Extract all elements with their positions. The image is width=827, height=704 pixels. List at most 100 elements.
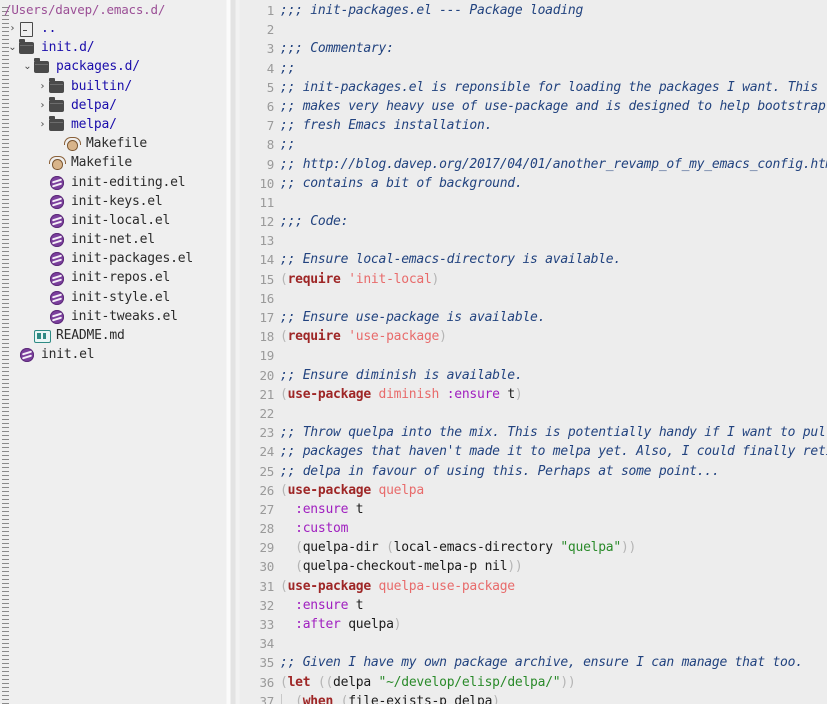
code-line-text[interactable]: (use-package diminish :ensure t) xyxy=(280,385,522,404)
file-tree-item[interactable]: ›init-style.el xyxy=(0,288,224,307)
code-line-text[interactable]: (require 'init-local) xyxy=(280,270,439,289)
code-line[interactable]: 1;;; init-packages.el --- Package loadin… xyxy=(246,1,827,20)
file-tree-item[interactable]: ›init-local.el xyxy=(0,211,224,230)
file-tree-item[interactable]: ›init-repos.el xyxy=(0,268,224,287)
file-tree-item[interactable]: ›init-net.el xyxy=(0,230,224,249)
code-line[interactable]: 14;; Ensure local-emacs-directory is ava… xyxy=(246,250,827,269)
code-line[interactable]: 36(let ((delpa "~/develop/elisp/delpa/")… xyxy=(246,673,827,692)
file-tree-item[interactable]: ›Makefile xyxy=(0,153,224,172)
window-divider[interactable] xyxy=(224,0,246,704)
file-tree-item[interactable]: ›init-editing.el xyxy=(0,173,224,192)
code-line-text[interactable]: (quelpa-checkout-melpa-p nil)) xyxy=(280,557,522,576)
code-line[interactable]: 35;; Given I have my own package archive… xyxy=(246,653,827,672)
code-line-text[interactable]: ;; Ensure diminish is available. xyxy=(280,366,522,385)
code-line-text[interactable]: ;; delpa in favour of using this. Perhap… xyxy=(280,462,719,481)
file-tree-item[interactable]: ›melpa/ xyxy=(0,115,224,134)
code-line[interactable]: 19 xyxy=(246,346,827,365)
code-line[interactable]: 37 (when (file-exists-p delpa) xyxy=(246,692,827,704)
file-tree-item[interactable]: ›init-keys.el xyxy=(0,192,224,211)
token-paren: ) xyxy=(394,617,402,632)
code-line[interactable]: 13 xyxy=(246,231,827,250)
code-line[interactable]: 26(use-package quelpa xyxy=(246,481,827,500)
code-line[interactable]: 20;; Ensure diminish is available. xyxy=(246,366,827,385)
code-line-text[interactable]: ;; makes very heavy use of use-package a… xyxy=(280,97,827,116)
code-line[interactable]: 15(require 'init-local) xyxy=(246,270,827,289)
code-line-text[interactable]: (when (file-exists-p delpa) xyxy=(280,692,500,704)
code-line[interactable]: 28 :custom xyxy=(246,519,827,538)
code-line-text[interactable]: (use-package quelpa xyxy=(280,481,424,500)
code-line[interactable]: 18(require 'use-package) xyxy=(246,327,827,346)
code-line[interactable]: 8;; xyxy=(246,135,827,154)
code-line-text[interactable]: (use-package quelpa-use-package xyxy=(280,577,515,596)
code-editor-pane[interactable]: 1;;; init-packages.el --- Package loadin… xyxy=(246,0,827,704)
code-line[interactable]: 4;; xyxy=(246,59,827,78)
file-tree-item[interactable]: ›init.el xyxy=(0,345,224,364)
chevron-right-icon[interactable]: › xyxy=(36,115,49,134)
code-line-text[interactable]: ;;; init-packages.el --- Package loading xyxy=(280,1,583,20)
chevron-right-icon[interactable]: › xyxy=(36,77,49,96)
code-line[interactable]: 25;; delpa in favour of using this. Perh… xyxy=(246,462,827,481)
code-line[interactable]: 3;;; Commentary: xyxy=(246,39,827,58)
code-line-text[interactable]: ;; packages that haven't made it to melp… xyxy=(280,442,827,461)
file-tree-sidebar[interactable]: /Users/davep/.emacs.d/ ›..⌄init.d/⌄packa… xyxy=(0,0,224,704)
code-line[interactable]: 10;; contains a bit of background. xyxy=(246,174,827,193)
code-line-text[interactable]: ;; init-packages.el is reponsible for lo… xyxy=(280,78,818,97)
code-line[interactable]: 2 xyxy=(246,20,827,39)
code-line-text[interactable]: :after quelpa) xyxy=(280,615,401,634)
code-line-text[interactable]: ;; xyxy=(280,59,295,78)
code-line[interactable]: 17;; Ensure use-package is available. xyxy=(246,308,827,327)
code-line-text[interactable]: :ensure t xyxy=(280,596,363,615)
file-tree-item[interactable]: ›delpa/ xyxy=(0,96,224,115)
fringe-dash xyxy=(2,483,9,484)
code-line[interactable]: 16 xyxy=(246,289,827,308)
code-line-text[interactable]: ;;; Code: xyxy=(280,212,348,231)
code-line[interactable]: 6;; makes very heavy use of use-package … xyxy=(246,97,827,116)
code-line-text[interactable]: ;; Throw quelpa into the mix. This is po… xyxy=(280,423,827,442)
code-line-text[interactable]: ;; xyxy=(280,135,295,154)
code-line-text[interactable]: :ensure t xyxy=(280,500,363,519)
file-tree-item[interactable]: ›.. xyxy=(0,19,224,38)
file-tree-item[interactable]: ›init-tweaks.el xyxy=(0,307,224,326)
file-tree-item[interactable]: ›README.md xyxy=(0,326,224,345)
code-line[interactable]: 32 :ensure t xyxy=(246,596,827,615)
code-line[interactable]: 27 :ensure t xyxy=(246,500,827,519)
code-line[interactable]: 33 :after quelpa) xyxy=(246,615,827,634)
code-line-text[interactable]: (quelpa-dir (local-emacs-directory "quel… xyxy=(280,538,636,557)
file-tree-item-label: init-keys.el xyxy=(71,192,163,211)
file-tree-item[interactable]: ›builtin/ xyxy=(0,77,224,96)
code-line[interactable]: 12;;; Code: xyxy=(246,212,827,231)
chevron-right-icon[interactable]: › xyxy=(6,19,19,38)
code-line-text[interactable]: :custom xyxy=(280,519,348,538)
fringe-dash xyxy=(2,459,9,460)
code-line[interactable]: 24;; packages that haven't made it to me… xyxy=(246,442,827,461)
code-line[interactable]: 22 xyxy=(246,404,827,423)
code-line-text[interactable]: ;;; Commentary: xyxy=(280,39,394,58)
code-line-text[interactable]: ;; fresh Emacs installation. xyxy=(280,116,492,135)
code-line-text[interactable]: (let ((delpa "~/develop/elisp/delpa/")) xyxy=(280,673,576,692)
code-line[interactable]: 7;; fresh Emacs installation. xyxy=(246,116,827,135)
code-line-text[interactable]: ;; http://blog.davep.org/2017/04/01/anot… xyxy=(280,155,827,174)
code-line[interactable]: 23;; Throw quelpa into the mix. This is … xyxy=(246,423,827,442)
chevron-down-icon[interactable]: ⌄ xyxy=(21,57,34,76)
chevron-right-icon[interactable]: › xyxy=(36,96,49,115)
code-line-text[interactable]: ;; Ensure use-package is available. xyxy=(280,308,545,327)
code-line[interactable]: 9;; http://blog.davep.org/2017/04/01/ano… xyxy=(246,155,827,174)
chevron-down-icon[interactable]: ⌄ xyxy=(6,38,19,57)
code-line[interactable]: 34 xyxy=(246,634,827,653)
code-line-text[interactable]: (require 'use-package) xyxy=(280,327,447,346)
code-buffer[interactable]: 1;;; init-packages.el --- Package loadin… xyxy=(246,0,827,704)
code-line[interactable]: 29 (quelpa-dir (local-emacs-directory "q… xyxy=(246,538,827,557)
file-tree-list[interactable]: /Users/davep/.emacs.d/ ›..⌄init.d/⌄packa… xyxy=(0,0,224,364)
file-tree-item[interactable]: ⌄init.d/ xyxy=(0,38,224,57)
code-line[interactable]: 21(use-package diminish :ensure t) xyxy=(246,385,827,404)
code-line[interactable]: 11 xyxy=(246,193,827,212)
file-tree-item[interactable]: ⌄packages.d/ xyxy=(0,57,224,76)
code-line-text[interactable]: ;; contains a bit of background. xyxy=(280,174,522,193)
code-line[interactable]: 5;; init-packages.el is reponsible for l… xyxy=(246,78,827,97)
code-line[interactable]: 31(use-package quelpa-use-package xyxy=(246,577,827,596)
code-line-text[interactable]: ;; Given I have my own package archive, … xyxy=(280,653,803,672)
file-tree-item[interactable]: ›init-packages.el xyxy=(0,249,224,268)
code-line[interactable]: 30 (quelpa-checkout-melpa-p nil)) xyxy=(246,557,827,576)
code-line-text[interactable]: ;; Ensure local-emacs-directory is avail… xyxy=(280,250,621,269)
file-tree-item[interactable]: ›Makefile xyxy=(0,134,224,153)
